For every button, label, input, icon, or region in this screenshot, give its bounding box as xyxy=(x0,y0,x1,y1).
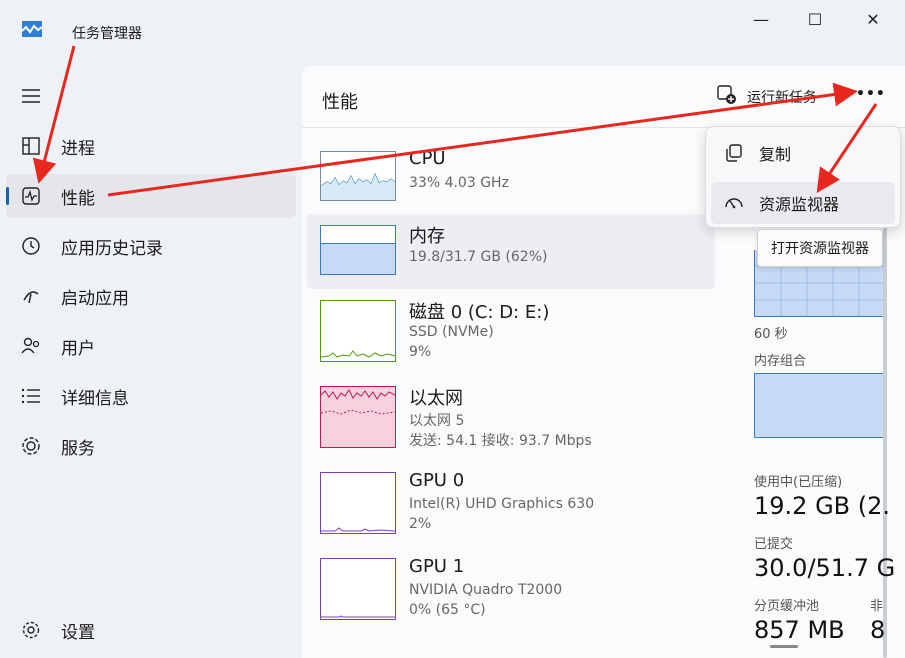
annotation-arrows xyxy=(32,45,878,197)
arrow-to-more-options xyxy=(107,82,858,197)
arrow-to-resource-monitor xyxy=(816,103,878,193)
arrow-to-performance xyxy=(32,45,76,184)
